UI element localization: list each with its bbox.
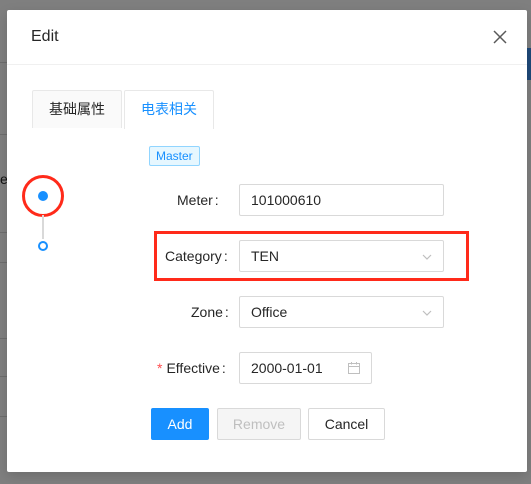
tab-bar: 基础属性 电表相关: [32, 90, 216, 129]
category-label: Category:: [165, 248, 228, 264]
modal-title: Edit: [31, 28, 59, 45]
timeline-connector: [42, 215, 44, 239]
modal-header: Edit: [7, 10, 527, 65]
close-icon[interactable]: [489, 26, 511, 48]
zone-select[interactable]: Office: [239, 296, 444, 328]
tab-meter-related[interactable]: 电表相关: [124, 90, 214, 129]
meter-label: Meter:: [177, 192, 219, 208]
tab-basic-attributes[interactable]: 基础属性: [32, 90, 122, 128]
effective-date-picker[interactable]: 2000-01-01: [239, 352, 372, 384]
calendar-icon: [348, 362, 360, 374]
zone-label: Zone:: [191, 304, 229, 320]
edit-modal: Edit 基础属性 电表相关 Master Meter: 101000610 C…: [7, 10, 527, 472]
master-badge: Master: [149, 146, 200, 166]
category-select[interactable]: TEN: [239, 240, 444, 272]
chevron-down-icon: [422, 254, 432, 260]
remove-button[interactable]: Remove: [217, 408, 301, 440]
timeline-dot-inactive[interactable]: [38, 241, 48, 251]
meter-input[interactable]: 101000610: [239, 184, 444, 216]
effective-label: * Effective:: [157, 360, 226, 376]
timeline-dot-active[interactable]: [38, 191, 48, 201]
chevron-down-icon: [422, 310, 432, 316]
add-button[interactable]: Add: [151, 408, 209, 440]
cancel-button[interactable]: Cancel: [308, 408, 385, 440]
required-mark: *: [157, 360, 163, 376]
